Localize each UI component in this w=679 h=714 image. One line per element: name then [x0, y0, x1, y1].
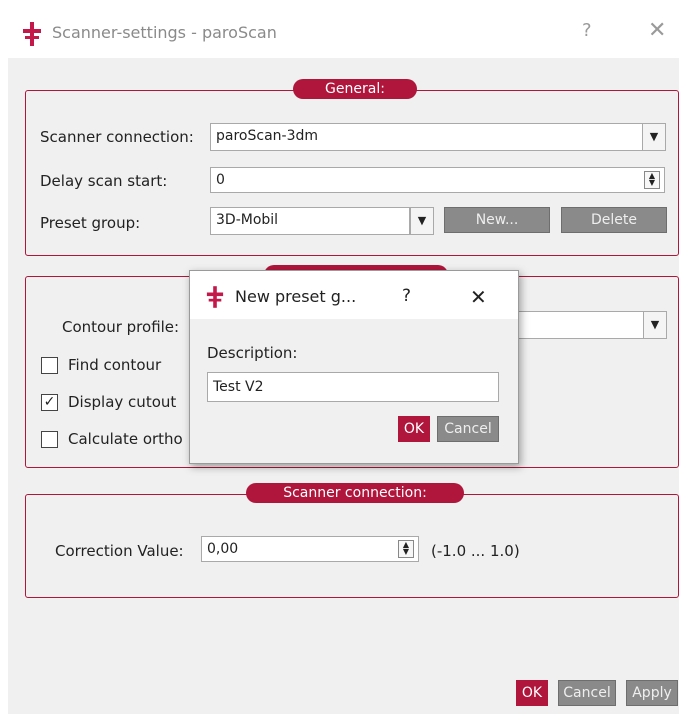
help-button[interactable]: ? [582, 20, 592, 41]
chevron-down-icon[interactable]: ▼ [410, 207, 434, 235]
correction-range: (-1.0 ... 1.0) [431, 542, 520, 560]
description-input[interactable]: Test V2 [207, 372, 499, 402]
cancel-button[interactable]: Cancel [558, 680, 616, 706]
scanner-app-icon [23, 22, 41, 46]
display-cutout-label: Display cutout [68, 393, 177, 411]
window-title: Scanner-settings - paroScan [52, 23, 277, 42]
dialog-cancel-button[interactable]: Cancel [437, 416, 499, 442]
close-icon[interactable]: ✕ [648, 18, 666, 43]
ok-button[interactable]: OK [516, 680, 548, 706]
general-header: General: [293, 79, 417, 99]
calculate-ortho-label: Calculate ortho [68, 430, 183, 448]
chevron-down-icon[interactable]: ▼ [643, 311, 667, 339]
new-preset-dialog: New preset g... ? ✕ Description: Test V2… [189, 270, 519, 464]
scanner-connection-select[interactable]: paroScan-3dm [210, 123, 643, 151]
scanner-connection-label: Scanner connection: [40, 128, 194, 146]
calculate-ortho-checkbox[interactable] [41, 431, 58, 448]
dialog-ok-button[interactable]: OK [398, 416, 430, 442]
correction-value-input[interactable]: 0,00 [201, 536, 419, 562]
delete-preset-button[interactable]: Delete [561, 207, 667, 233]
delay-scan-label: Delay scan start: [40, 172, 168, 190]
find-contour-checkbox[interactable] [41, 357, 58, 374]
preset-group-label: Preset group: [40, 214, 141, 232]
chevron-down-icon[interactable]: ▼ [642, 123, 666, 151]
scanner-app-icon [206, 286, 224, 308]
spinner-arrows-icon[interactable]: ▲ ▼ [644, 171, 660, 189]
description-label: Description: [207, 344, 298, 362]
find-contour-label: Find contour [68, 356, 162, 374]
delay-scan-input[interactable]: 0 [210, 167, 665, 193]
scanner-connection-header: Scanner connection: [246, 483, 464, 503]
dialog-close-icon[interactable]: ✕ [470, 285, 487, 309]
spinner-arrows-icon[interactable]: ▲ ▼ [398, 540, 414, 558]
apply-button[interactable]: Apply [626, 680, 678, 706]
dialog-help-button[interactable]: ? [402, 286, 411, 306]
correction-value-label: Correction Value: [55, 542, 184, 560]
new-preset-button[interactable]: New... [444, 207, 550, 233]
display-cutout-checkbox[interactable]: ✓ [41, 394, 58, 411]
contour-profile-select[interactable] [510, 311, 645, 339]
dialog-title: New preset g... [235, 287, 357, 306]
preset-group-select[interactable]: 3D-Mobil [210, 207, 410, 235]
contour-profile-label: Contour profile: [62, 318, 180, 336]
